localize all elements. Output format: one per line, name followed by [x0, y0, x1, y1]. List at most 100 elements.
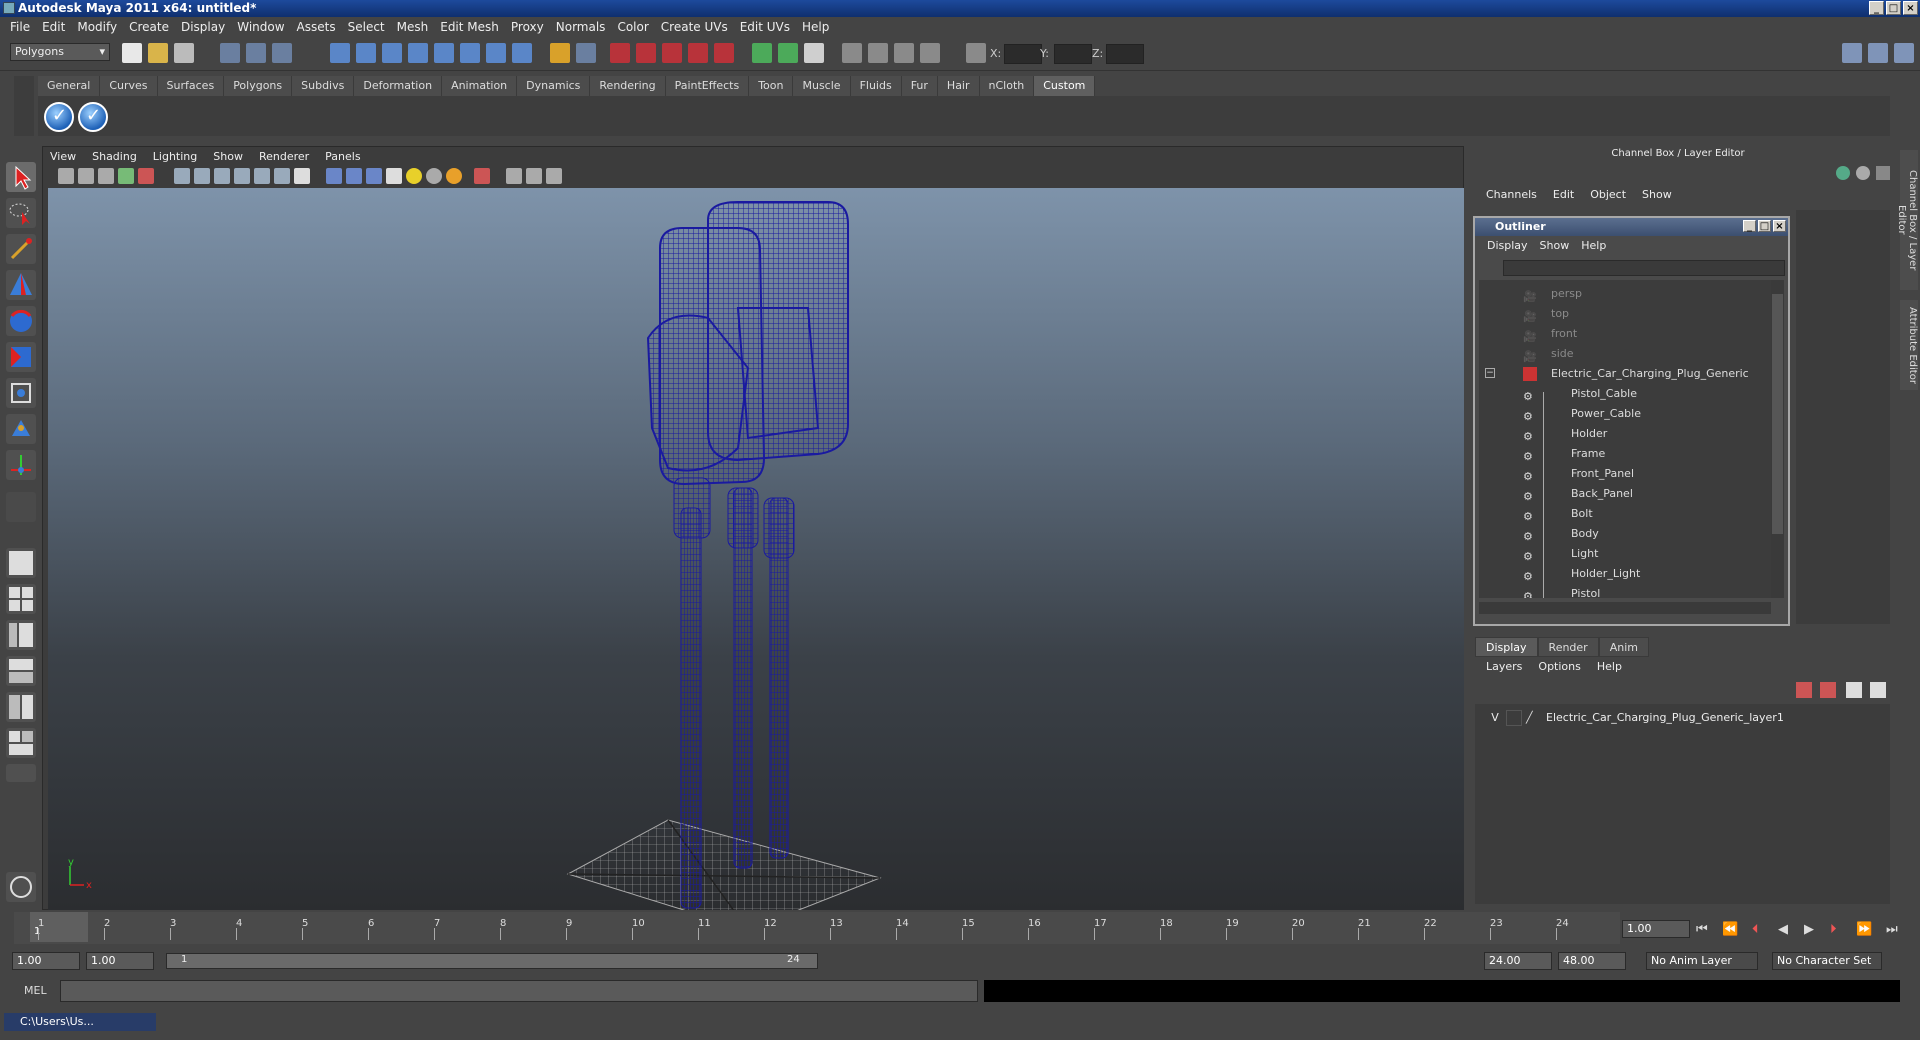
high-quality-rendering-icon[interactable] — [446, 168, 462, 184]
select-tool-icon[interactable] — [6, 162, 36, 192]
menu-mesh[interactable]: Mesh — [391, 20, 435, 34]
shelf-tab-ncloth[interactable]: nCloth — [979, 76, 1035, 96]
go-to-start-icon[interactable]: ⏮ — [1696, 922, 1708, 937]
show-tool-settings-icon[interactable] — [1868, 43, 1888, 63]
construction-history-icon[interactable] — [804, 43, 824, 63]
scrollbar-thumb[interactable] — [1772, 294, 1783, 534]
shelf-tab-toon[interactable]: Toon — [749, 76, 794, 96]
go-to-end-icon[interactable]: ⏭ — [1886, 922, 1898, 937]
shelf-tab-fur[interactable]: Fur — [901, 76, 938, 96]
menu-color[interactable]: Color — [611, 20, 654, 34]
outliner-item-child[interactable]: ⚙ Light — [1479, 544, 1769, 564]
snap-to-points-icon[interactable] — [662, 43, 682, 63]
image-plane-icon[interactable] — [118, 168, 134, 184]
new-layer-icon[interactable] — [1846, 682, 1862, 698]
outliner-vertical-scrollbar[interactable] — [1771, 280, 1784, 598]
cb-menu-object[interactable]: Object — [1582, 188, 1634, 201]
channel-box-icon-2[interactable] — [1856, 166, 1870, 180]
minimized-window-item[interactable]: C:\Users\Us... — [4, 1013, 156, 1031]
collapse-icon[interactable]: − — [1485, 368, 1495, 378]
shelf-tab-dynamics[interactable]: Dynamics — [517, 76, 591, 96]
safe-title-icon[interactable] — [294, 168, 310, 184]
render-settings-icon[interactable] — [920, 43, 940, 63]
scale-tool-icon[interactable] — [6, 342, 36, 372]
menu-normals[interactable]: Normals — [550, 20, 612, 34]
step-forward-key-icon[interactable]: ⏩ — [1856, 922, 1872, 937]
side-tab-channel-box[interactable]: Channel Box / Layer Editor — [1896, 150, 1918, 290]
start-time-field[interactable]: 1.00 — [12, 952, 80, 970]
use-all-lights-icon[interactable] — [406, 168, 422, 184]
shelf-tab-painteffects[interactable]: PaintEffects — [665, 76, 750, 96]
four-view-layout-icon[interactable] — [6, 584, 36, 614]
persp-graph-outliner-layout-icon[interactable] — [6, 728, 36, 758]
smooth-shading-icon[interactable] — [346, 168, 362, 184]
menu-select[interactable]: Select — [342, 20, 391, 34]
xray-components-icon[interactable] — [546, 168, 562, 184]
outliner-item-child[interactable]: ⚙ Back_Panel — [1479, 484, 1769, 504]
xray-joints-icon[interactable] — [526, 168, 542, 184]
shelf-tab-curves[interactable]: Curves — [100, 76, 158, 96]
last-used-tool-slot[interactable] — [6, 492, 36, 522]
play-backwards-icon[interactable]: ◀ — [1778, 922, 1788, 937]
layer-menu-options[interactable]: Options — [1530, 660, 1588, 673]
shelf-tab-fluids[interactable]: Fluids — [850, 76, 902, 96]
outliner-filter-input[interactable] — [1503, 260, 1785, 276]
single-perspective-layout-icon[interactable] — [6, 548, 36, 578]
select-by-render-icon[interactable] — [486, 43, 506, 63]
wireframe-shading-icon[interactable] — [326, 168, 342, 184]
panel-menu-renderer[interactable]: Renderer — [251, 148, 317, 166]
panel-menu-view[interactable]: View — [42, 148, 84, 166]
menu-create-uvs[interactable]: Create UVs — [655, 20, 734, 34]
grid-toggle-icon[interactable] — [174, 168, 190, 184]
show-channel-box-icon[interactable] — [1894, 43, 1914, 63]
menu-proxy[interactable]: Proxy — [505, 20, 550, 34]
shelf-tab-deformation[interactable]: Deformation — [354, 76, 443, 96]
show-manipulator-icon[interactable] — [6, 450, 36, 480]
outliner-maximize-button[interactable]: □ — [1758, 220, 1771, 232]
layout-expand-handle[interactable] — [6, 764, 36, 782]
lock-selection-icon[interactable] — [550, 43, 570, 63]
universal-manipulator-icon[interactable] — [6, 378, 36, 408]
menu-edit-mesh[interactable]: Edit Mesh — [434, 20, 505, 34]
outliner-item-child[interactable]: ⚙ Frame — [1479, 444, 1769, 464]
snap-to-view-planes-icon[interactable] — [688, 43, 708, 63]
panel-menu-lighting[interactable]: Lighting — [145, 148, 205, 166]
new-layer-from-selection-icon[interactable] — [1870, 682, 1886, 698]
select-component-icon[interactable] — [272, 43, 292, 63]
lasso-tool-icon[interactable] — [6, 198, 36, 228]
menu-modify[interactable]: Modify — [71, 20, 123, 34]
outliner-item-front[interactable]: 🎥 front — [1479, 324, 1769, 344]
outliner-item-group[interactable]: − Electric_Car_Charging_Plug_Generic — [1479, 364, 1769, 384]
layer-tab-anim[interactable]: Anim — [1598, 637, 1649, 657]
command-input[interactable] — [60, 980, 978, 1002]
step-forward-frame-icon[interactable]: ⏵ — [1830, 922, 1837, 937]
select-by-curve-icon[interactable] — [382, 43, 402, 63]
menu-edit[interactable]: Edit — [36, 20, 71, 34]
minimize-button[interactable]: _ — [1869, 1, 1884, 15]
highlight-selection-icon[interactable] — [576, 43, 596, 63]
close-button[interactable]: × — [1903, 1, 1918, 15]
outliner-item-child[interactable]: ⚙ Holder_Light — [1479, 564, 1769, 584]
anim-layer-selector[interactable]: No Anim Layer — [1646, 952, 1758, 970]
camera-attributes-icon[interactable] — [78, 168, 94, 184]
y-coord-field[interactable] — [1054, 44, 1092, 64]
outliner-item-child[interactable]: ⚙ Front_Panel — [1479, 464, 1769, 484]
outliner-close-button[interactable]: × — [1773, 220, 1786, 232]
panel-menu-panels[interactable]: Panels — [317, 148, 368, 166]
shelf-menu-handle[interactable] — [14, 76, 34, 136]
layer-tab-display[interactable]: Display — [1475, 637, 1538, 657]
menu-display[interactable]: Display — [175, 20, 231, 34]
wireframe-on-shaded-icon[interactable] — [366, 168, 382, 184]
perspective-viewport[interactable] — [48, 188, 1464, 910]
outliner-menu-help[interactable]: Help — [1575, 239, 1612, 252]
layer-row[interactable]: V ╱ Electric_Car_Charging_Plug_Generic_l… — [1480, 708, 1880, 728]
layer-menu-layers[interactable]: Layers — [1478, 660, 1530, 673]
gate-mask-icon[interactable] — [234, 168, 250, 184]
custom-shelf-check-icon-2[interactable]: ✓ — [78, 102, 108, 132]
menu-help[interactable]: Help — [796, 20, 835, 34]
transform-field-mode-icon[interactable] — [966, 43, 986, 63]
save-scene-icon[interactable] — [174, 43, 194, 63]
time-slider[interactable] — [14, 912, 1620, 944]
make-live-icon[interactable] — [714, 43, 734, 63]
outliner-title-bar[interactable]: Outliner _ □ × — [1475, 218, 1788, 236]
